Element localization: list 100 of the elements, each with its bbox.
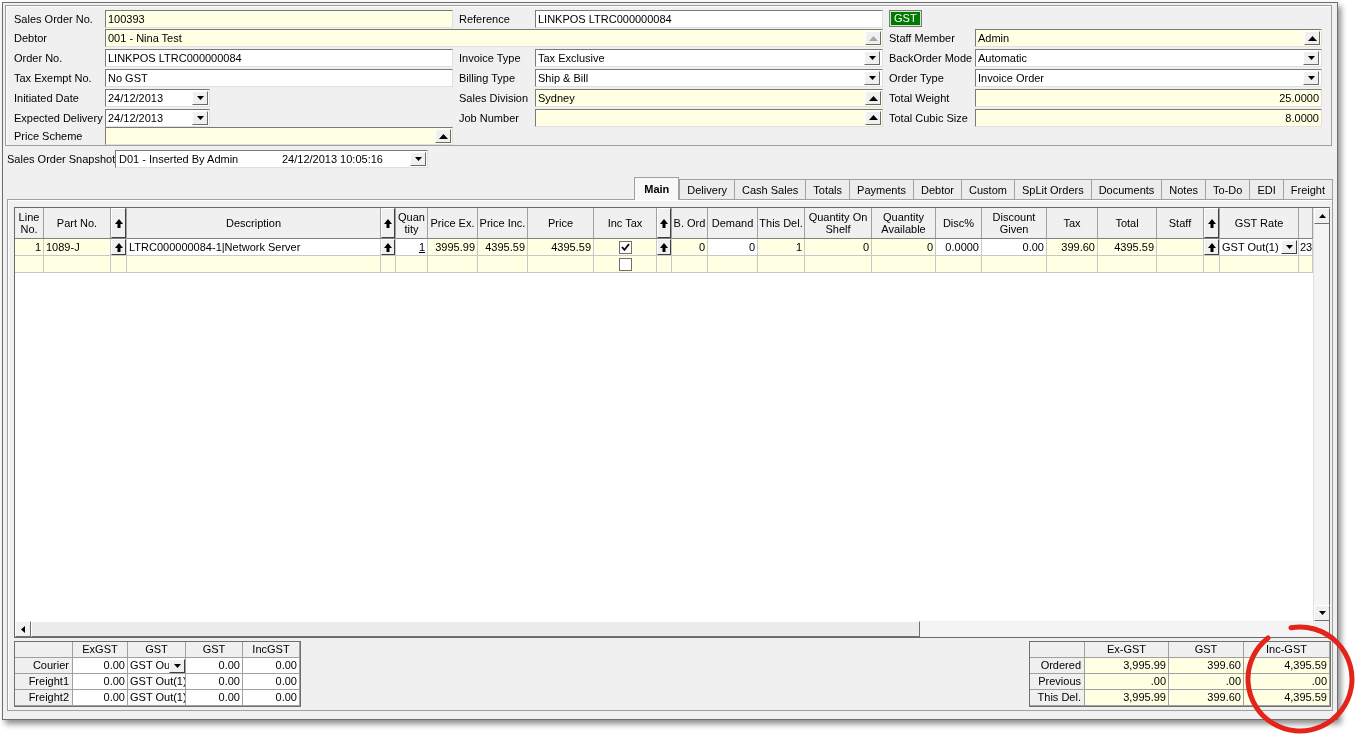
tab[interactable]: Documents — [1090, 179, 1163, 199]
field-label: Invoice Type — [458, 51, 522, 65]
scroll-up-button[interactable] — [1314, 208, 1330, 224]
dropdown-button[interactable] — [864, 51, 880, 65]
date-field[interactable]: 24/12/2013 — [105, 108, 210, 127]
column-header: Quantity On Shelf — [805, 208, 872, 239]
dropdown-button[interactable] — [1281, 240, 1297, 254]
up-arrow-icon — [114, 242, 123, 252]
table-cell: 3,995.99 — [1085, 690, 1169, 706]
tab[interactable]: Freight — [1282, 179, 1333, 199]
down-triangle-icon — [1318, 611, 1326, 615]
field-label: Staff Member — [888, 31, 956, 45]
text-field[interactable]: No GST — [105, 69, 453, 87]
up-arrow-button[interactable] — [657, 239, 671, 255]
up-triangle-icon — [438, 133, 448, 139]
lookup-button[interactable] — [865, 110, 881, 125]
table-cell: 0.00 — [243, 658, 300, 674]
tab[interactable]: Main — [634, 177, 680, 200]
dropdown-field[interactable]: Ship & Bill — [535, 69, 883, 87]
column-header: ExGST — [73, 642, 128, 658]
up-arrow-icon — [384, 218, 392, 228]
tab[interactable]: To-Do — [1205, 179, 1251, 199]
dropdown-button[interactable] — [1303, 51, 1319, 65]
table-cell — [478, 256, 528, 273]
checkbox[interactable] — [618, 257, 632, 271]
lookup-field[interactable]: Admin — [975, 29, 1322, 47]
scroll-left-button[interactable] — [15, 621, 31, 637]
lookup-field[interactable]: Sydney — [535, 89, 883, 107]
dropdown-button[interactable] — [169, 658, 185, 673]
table-cell: .00 — [1085, 674, 1169, 690]
tab[interactable]: Delivery — [679, 179, 736, 199]
tab[interactable]: Notes — [1161, 179, 1207, 199]
up-arrow-button[interactable] — [657, 208, 671, 238]
snapshot-dropdown[interactable]: D01 - Inserted By Admin 24/12/2013 10:05:16 — [115, 150, 428, 168]
text-field[interactable]: LINKPOS LTRC000000084 — [105, 49, 453, 67]
tab[interactable]: SpLit Orders — [1013, 179, 1092, 199]
scroll-down-button[interactable] — [1314, 605, 1330, 621]
dropdown-field[interactable]: Automatic — [975, 49, 1322, 67]
dropdown-button[interactable] — [1303, 71, 1319, 85]
tab[interactable]: Totals — [805, 179, 851, 199]
table-cell: 4,395.59 — [1244, 690, 1330, 706]
down-triangle-icon — [1307, 56, 1315, 60]
dropdown-button[interactable] — [410, 152, 426, 166]
dropdown-button[interactable] — [192, 91, 208, 105]
number-field[interactable]: 8.0000 — [975, 108, 1322, 127]
lookup-field[interactable] — [535, 108, 883, 127]
lookup-button[interactable] — [1304, 31, 1320, 45]
up-triangle-icon — [868, 115, 878, 120]
lookup-field[interactable] — [105, 127, 453, 145]
table-cell: GST Out(1) — [128, 690, 186, 706]
up-arrow-button[interactable] — [111, 208, 126, 238]
tax-dropdown[interactable]: GST Ou — [128, 658, 186, 674]
dropdown-field[interactable]: Tax Exclusive — [535, 49, 883, 67]
tab[interactable]: Debtor — [913, 179, 962, 199]
down-triangle-icon — [414, 157, 422, 161]
up-arrow-button[interactable] — [381, 208, 395, 238]
scrollbar-thumb[interactable] — [31, 621, 920, 637]
text-field[interactable]: LINKPOS LTRC000000084 — [535, 9, 883, 28]
dropdown-button[interactable] — [864, 71, 880, 85]
up-arrow-icon — [1207, 218, 1216, 228]
vertical-scrollbar[interactable] — [1313, 208, 1329, 621]
checkbox[interactable] — [618, 240, 632, 254]
up-arrow-icon — [660, 242, 668, 252]
lookup-button[interactable] — [435, 129, 451, 143]
table-cell: 1 — [15, 239, 44, 256]
tab[interactable]: Cash Sales — [734, 179, 807, 199]
column-header: Part No. — [44, 208, 111, 239]
up-arrow-button[interactable] — [111, 239, 126, 255]
field-label: Order Type — [888, 71, 945, 85]
dropdown-field[interactable]: Invoice Order — [975, 69, 1322, 87]
table-cell: 399.60 — [1047, 239, 1098, 256]
up-arrow-icon — [384, 242, 392, 252]
horizontal-scrollbar[interactable] — [15, 621, 1313, 637]
table-cell — [44, 256, 111, 273]
date-field[interactable]: 24/12/2013 — [105, 89, 210, 107]
table-cell: 0.00 — [982, 239, 1047, 256]
down-triangle-icon — [868, 76, 876, 80]
table-cell: 0.00 — [186, 658, 243, 674]
number-field[interactable]: 25.0000 — [975, 89, 1322, 107]
tick-icon — [620, 243, 630, 251]
up-arrow-button[interactable] — [381, 239, 395, 255]
lookup-button[interactable] — [865, 91, 881, 105]
tab[interactable]: Custom — [961, 179, 1015, 199]
row-header: Previous — [1030, 674, 1085, 690]
column-header: Tax — [1047, 208, 1098, 239]
dropdown-button[interactable] — [192, 110, 208, 125]
rate-dropdown[interactable]: GST Out(1) — [1220, 239, 1299, 256]
table-cell — [982, 256, 1047, 273]
text-field[interactable]: 100393 — [105, 9, 453, 28]
tab[interactable]: Payments — [849, 179, 914, 199]
field-label: Total Weight — [888, 91, 951, 105]
up-arrow-button[interactable] — [1204, 239, 1219, 255]
table-cell: 23 — [1299, 239, 1313, 256]
up-arrow-button[interactable] — [1204, 208, 1219, 238]
table-cell: 3,995.99 — [1085, 658, 1169, 674]
tab[interactable]: EDI — [1249, 179, 1284, 199]
column-header: GST — [186, 642, 243, 658]
row-header: Freight1 — [15, 674, 73, 690]
quantity-link[interactable]: 1 — [418, 241, 425, 253]
table-cell — [1299, 256, 1313, 273]
